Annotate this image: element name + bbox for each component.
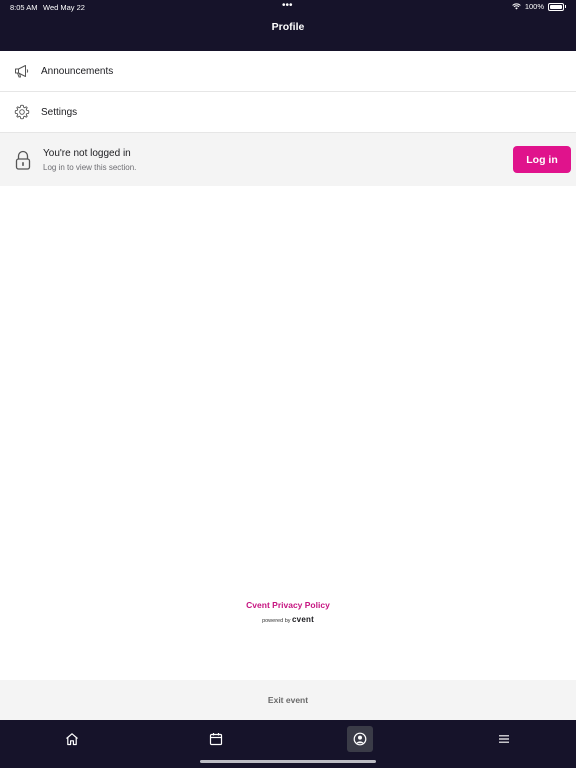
status-bar: 8:05 AM Wed May 22 ••• 100%	[0, 0, 576, 14]
exit-event-label: Exit event	[267, 695, 309, 705]
exit-event-button[interactable]: Exit event	[0, 680, 576, 720]
page-title: Profile	[271, 21, 305, 33]
battery-tip	[565, 5, 566, 8]
login-panel: You're not logged in Log in to view this…	[0, 133, 576, 186]
menu-item-announcements[interactable]: Announcements	[0, 51, 576, 92]
top-header: 8:05 AM Wed May 22 ••• 100% Profile	[0, 0, 576, 51]
gear-icon	[14, 104, 30, 120]
wifi-icon	[512, 3, 521, 10]
megaphone-icon	[15, 65, 29, 78]
menu-icon	[499, 735, 509, 743]
multitasking-dots[interactable]: •••	[282, 0, 293, 11]
powered-by: powered by cvent	[0, 615, 576, 624]
menu-item-label: Settings	[41, 106, 78, 118]
menu-item-label: Announcements	[41, 65, 114, 77]
lock-icon	[15, 150, 31, 170]
tab-agenda[interactable]	[203, 726, 229, 752]
status-date: Wed May 22	[43, 3, 85, 12]
battery-icon	[548, 2, 564, 11]
calendar-icon	[209, 733, 223, 746]
profile-icon	[353, 732, 367, 746]
battery-percent: 100%	[524, 2, 544, 11]
tab-profile[interactable]	[347, 726, 373, 752]
tab-home[interactable]	[59, 726, 85, 752]
login-button[interactable]: Log in	[513, 146, 571, 173]
menu-item-settings[interactable]: Settings	[0, 92, 576, 133]
status-time: 8:05 AM	[10, 3, 38, 12]
status-right-group: 100%	[512, 2, 566, 11]
cvent-logo: cvent	[292, 615, 314, 624]
tab-more[interactable]	[491, 726, 517, 752]
home-icon	[66, 733, 78, 746]
login-subtitle: Log in to view this section.	[43, 163, 137, 172]
powered-by-text: powered by	[262, 618, 291, 624]
login-title: You're not logged in	[43, 148, 131, 159]
privacy-policy-link[interactable]: Cvent Privacy Policy	[0, 600, 576, 610]
home-indicator[interactable]	[200, 760, 376, 763]
